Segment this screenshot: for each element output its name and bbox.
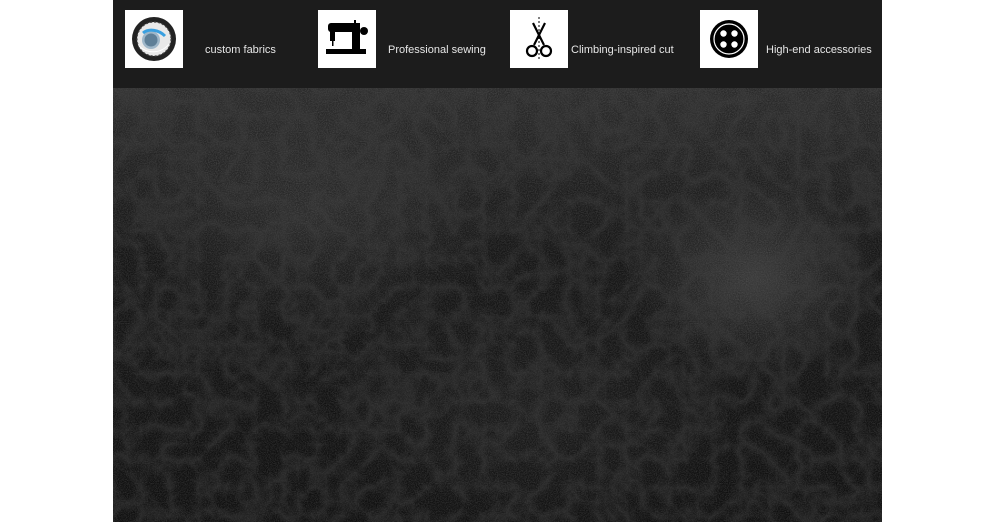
button-icon: [710, 20, 748, 58]
leather-grain-pattern: [113, 88, 882, 522]
feature-label: Climbing-inspired cut: [571, 44, 674, 56]
fabric-badge-icon: [132, 17, 176, 61]
feature-professional-sewing: Professional sewing: [318, 10, 486, 68]
product-panel: custom fabrics Professional sewing Climb…: [113, 0, 882, 522]
feature-custom-fabrics: custom fabrics: [125, 10, 276, 68]
sewing-machine-icon: [326, 20, 368, 54]
feature-climbing-inspired-cut: Climbing-inspired cut: [510, 10, 674, 68]
fabric-badge-icon-box: [125, 10, 183, 68]
button-icon-box: [700, 10, 758, 68]
sewing-machine-icon-box: [318, 10, 376, 68]
leather-texture-image: [113, 88, 882, 522]
scissors-icon: [525, 17, 553, 61]
feature-label: custom fabrics: [205, 44, 276, 56]
scissors-icon-box: [510, 10, 568, 68]
feature-high-end-accessories: High-end accessories: [700, 10, 872, 68]
features-bar: custom fabrics Professional sewing Climb…: [113, 0, 882, 88]
feature-label: Professional sewing: [388, 44, 486, 56]
feature-label: High-end accessories: [766, 44, 872, 56]
